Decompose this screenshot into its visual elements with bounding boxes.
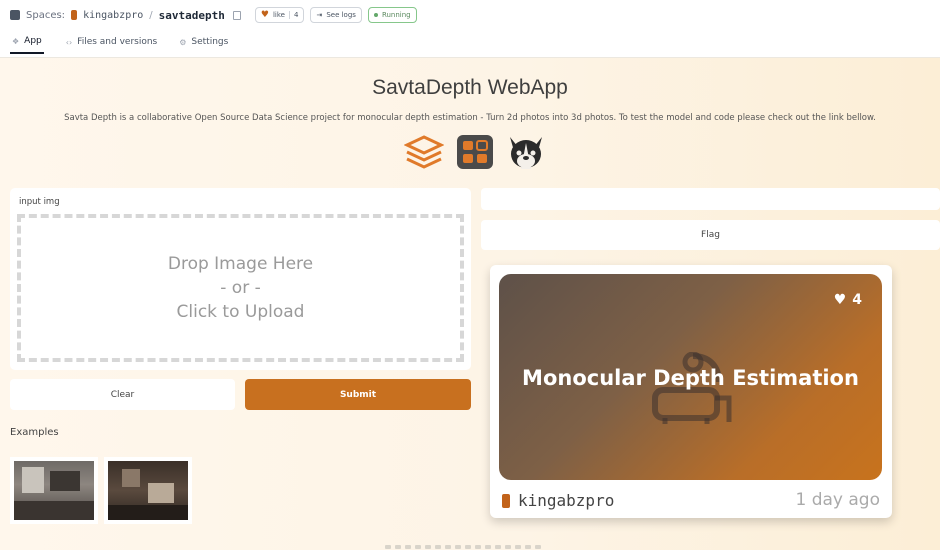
example-1-furniture	[50, 471, 80, 491]
examples-label: Examples	[10, 427, 59, 438]
drop-line-1: Drop Image Here	[167, 254, 314, 274]
space-header: Spaces: kingabzpro / savtadepth ♥ like 4…	[0, 0, 940, 58]
drop-line-2: - or -	[220, 278, 261, 298]
logs-icon: ⇥	[316, 11, 323, 19]
space-card[interactable]: ♥ 4 Monocular Depth Estimation kingabzpr…	[490, 265, 892, 518]
gear-icon: ⚙	[179, 37, 187, 47]
example-2-object	[148, 483, 174, 503]
card-likes: ♥ 4	[834, 292, 862, 308]
output-panel	[481, 188, 940, 210]
status-label: Running	[381, 11, 411, 19]
owner-avatar-icon	[71, 10, 78, 20]
tab-settings[interactable]: ⚙ Settings	[179, 30, 228, 54]
input-image-label: input img	[19, 197, 60, 207]
submit-button[interactable]: Submit	[245, 379, 471, 410]
repo-link[interactable]: savtadepth	[159, 9, 225, 22]
clear-button[interactable]: Clear	[10, 379, 235, 410]
code-icon: ‹›	[65, 37, 73, 47]
space-card-banner: ♥ 4 Monocular Depth Estimation	[499, 274, 882, 480]
heart-icon: ♥	[833, 292, 847, 308]
example-2-window	[122, 469, 140, 487]
input-image-panel: input img Drop Image Here - or - Click t…	[10, 188, 471, 370]
owner-link[interactable]: kingabzpro	[83, 10, 143, 21]
blocks-logo-icon	[457, 135, 493, 169]
see-logs-label: See logs	[326, 11, 356, 19]
tab-app-label: App	[24, 36, 42, 46]
example-image-2	[108, 461, 188, 520]
example-thumbnail[interactable]	[10, 457, 98, 524]
breadcrumb-separator: /	[149, 9, 153, 21]
page-description: Savta Depth is a collaborative Open Sour…	[64, 113, 876, 123]
tab-files-and-versions[interactable]: ‹› Files and versions	[66, 30, 157, 54]
like-label: like	[272, 11, 285, 19]
spaces-label: Spaces:	[26, 9, 66, 21]
page-title: SavtaDepth WebApp	[372, 76, 568, 99]
example-2-floor	[108, 505, 188, 520]
drop-line-3: Click to Upload	[176, 302, 305, 322]
card-updated-time: 1 day ago	[795, 490, 880, 510]
image-drop-zone[interactable]: Drop Image Here - or - Click to Upload	[17, 214, 464, 362]
example-1-floor	[14, 501, 94, 520]
status-badge: Running	[367, 7, 417, 23]
tab-files-label: Files and versions	[77, 37, 158, 47]
logo-row	[404, 133, 554, 171]
see-logs-button[interactable]: ⇥ See logs	[310, 7, 362, 23]
space-tabs: ❖ App ‹› Files and versions ⚙ Settings	[10, 30, 228, 56]
like-button[interactable]: ♥ like 4	[254, 7, 305, 23]
like-count: 4	[288, 11, 298, 19]
card-title: Monocular Depth Estimation	[522, 366, 859, 390]
copy-icon[interactable]	[232, 10, 241, 20]
card-owner-name: kingabzpro	[518, 491, 615, 510]
tab-app[interactable]: ❖ App	[10, 30, 44, 54]
dog-logo-icon	[510, 137, 542, 169]
gradio-app: SavtaDepth WebApp Savta Depth is a colla…	[0, 58, 940, 550]
owner-avatar-icon	[502, 493, 510, 508]
flag-button[interactable]: Flag	[481, 220, 940, 250]
example-1-window	[22, 467, 44, 493]
card-owner: kingabzpro	[502, 491, 614, 510]
space-breadcrumb: Spaces: kingabzpro / savtadepth ♥ like 4…	[10, 6, 417, 24]
running-dot-icon	[373, 13, 378, 17]
layers-logo-icon	[404, 135, 444, 169]
heart-icon: ♥	[260, 9, 269, 20]
card-like-count: 4	[852, 292, 862, 308]
footer-placeholder	[385, 545, 555, 550]
example-image-1	[14, 461, 94, 520]
tab-settings-label: Settings	[191, 37, 229, 47]
spaces-icon	[10, 10, 20, 20]
example-thumbnail[interactable]	[104, 457, 192, 524]
app-icon: ❖	[12, 36, 20, 46]
